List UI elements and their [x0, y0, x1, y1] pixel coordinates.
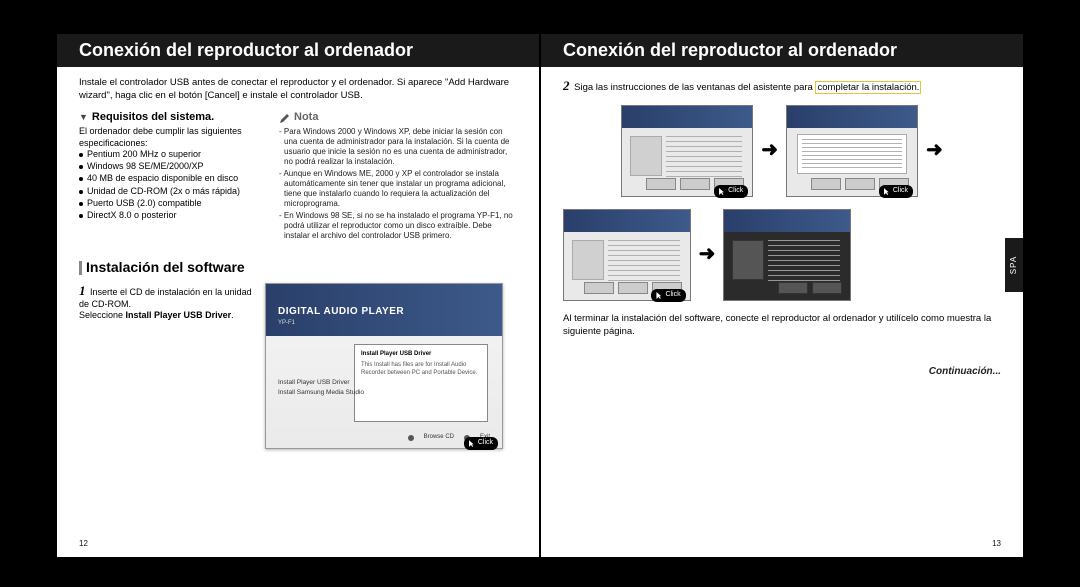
- step-1-text: 1 Inserte el CD de instalación en la uni…: [79, 283, 253, 449]
- step-2-text: 2 Siga las instrucciones de las ventanas…: [563, 77, 1001, 95]
- wizard-screenshot: Click: [786, 105, 918, 197]
- screenshot-menu: Install Player USB Driver Install Samsun…: [278, 378, 364, 398]
- section-title: Instalación del software: [86, 259, 245, 277]
- note-heading: Nota: [279, 111, 517, 125]
- section-heading: Instalación del software: [79, 259, 517, 277]
- click-label: Click: [651, 289, 685, 302]
- footer-text: Al terminar la instalación del software,…: [563, 313, 1001, 339]
- wizard-screenshot: Click: [563, 209, 691, 301]
- click-label: Click: [464, 437, 498, 450]
- requirements-subtitle: El ordenador debe cumplir las siguientes…: [79, 126, 265, 149]
- list-item: DirectX 8.0 o posterior: [79, 210, 265, 221]
- list-item: Para Windows 2000 y Windows XP, debe ini…: [279, 127, 517, 167]
- wizard-screenshot: Click: [621, 105, 753, 197]
- page-spread: Conexión del reproductor al ordenador In…: [0, 0, 1080, 587]
- installer-screenshot: DIGITAL AUDIO PLAYER YP-F1 Install Playe…: [265, 283, 503, 449]
- list-item: Windows 98 SE/ME/2000/XP: [79, 161, 265, 172]
- bar-icon: [79, 261, 82, 275]
- arrow-right-icon: ➜: [699, 242, 716, 267]
- list-item: Unidad de CD-ROM (2x o más rápida): [79, 186, 265, 197]
- screenshot-title: DIGITAL AUDIO PLAYER: [278, 306, 404, 319]
- pencil-icon: [279, 112, 291, 124]
- page-right: Conexión del reproductor al ordenador 2 …: [541, 34, 1023, 557]
- page-title-right: Conexión del reproductor al ordenador: [541, 34, 1023, 67]
- list-item: Pentium 200 MHz o superior: [79, 149, 265, 160]
- intro-text: Instale el controlador USB antes de cone…: [79, 77, 517, 103]
- requirements-list: Pentium 200 MHz o superior Windows 98 SE…: [79, 149, 265, 222]
- list-item: Aunque en Windows ME, 2000 y XP el contr…: [279, 169, 517, 209]
- wizard-screenshot: [723, 209, 851, 301]
- requirements-heading: ▼ Requisitos del sistema.: [79, 111, 265, 125]
- list-item: Install Samsung Media Studio: [278, 388, 364, 398]
- notes-list: Para Windows 2000 y Windows XP, debe ini…: [279, 127, 517, 241]
- screenshot-dialog: Install Player USB Driver This Install h…: [354, 344, 488, 422]
- click-label: Click: [879, 185, 913, 198]
- page-number-right: 13: [992, 539, 1001, 549]
- list-item: Install Player USB Driver: [278, 378, 364, 388]
- dialog-body: This Install has files are for Install A…: [361, 362, 481, 377]
- page-left: Conexión del reproductor al ordenador In…: [57, 34, 539, 557]
- continuation-label: Continuación...: [563, 366, 1001, 379]
- page-title-left: Conexión del reproductor al ordenador: [57, 34, 539, 67]
- language-tab: SPA: [1005, 238, 1023, 292]
- dialog-title: Install Player USB Driver: [361, 351, 481, 359]
- note-title: Nota: [294, 111, 318, 125]
- click-label: Click: [714, 185, 748, 198]
- arrow-right-icon: ➜: [761, 138, 778, 163]
- arrow-right-icon: ➜: [926, 138, 943, 163]
- screenshot-subtitle: YP-F1: [278, 320, 295, 328]
- requirements-title: Requisitos del sistema.: [92, 111, 214, 125]
- footer-item: Browse CD: [424, 434, 454, 442]
- list-item: En Windows 98 SE, si no se ha instalado …: [279, 211, 517, 241]
- screenshot-grid: Click ➜ Click ➜: [563, 105, 1001, 301]
- list-item: 40 MB de espacio disponible en disco: [79, 173, 265, 184]
- triangle-down-icon: ▼: [79, 112, 88, 123]
- list-item: Puerto USB (2.0) compatible: [79, 198, 265, 209]
- page-number-left: 12: [79, 539, 88, 549]
